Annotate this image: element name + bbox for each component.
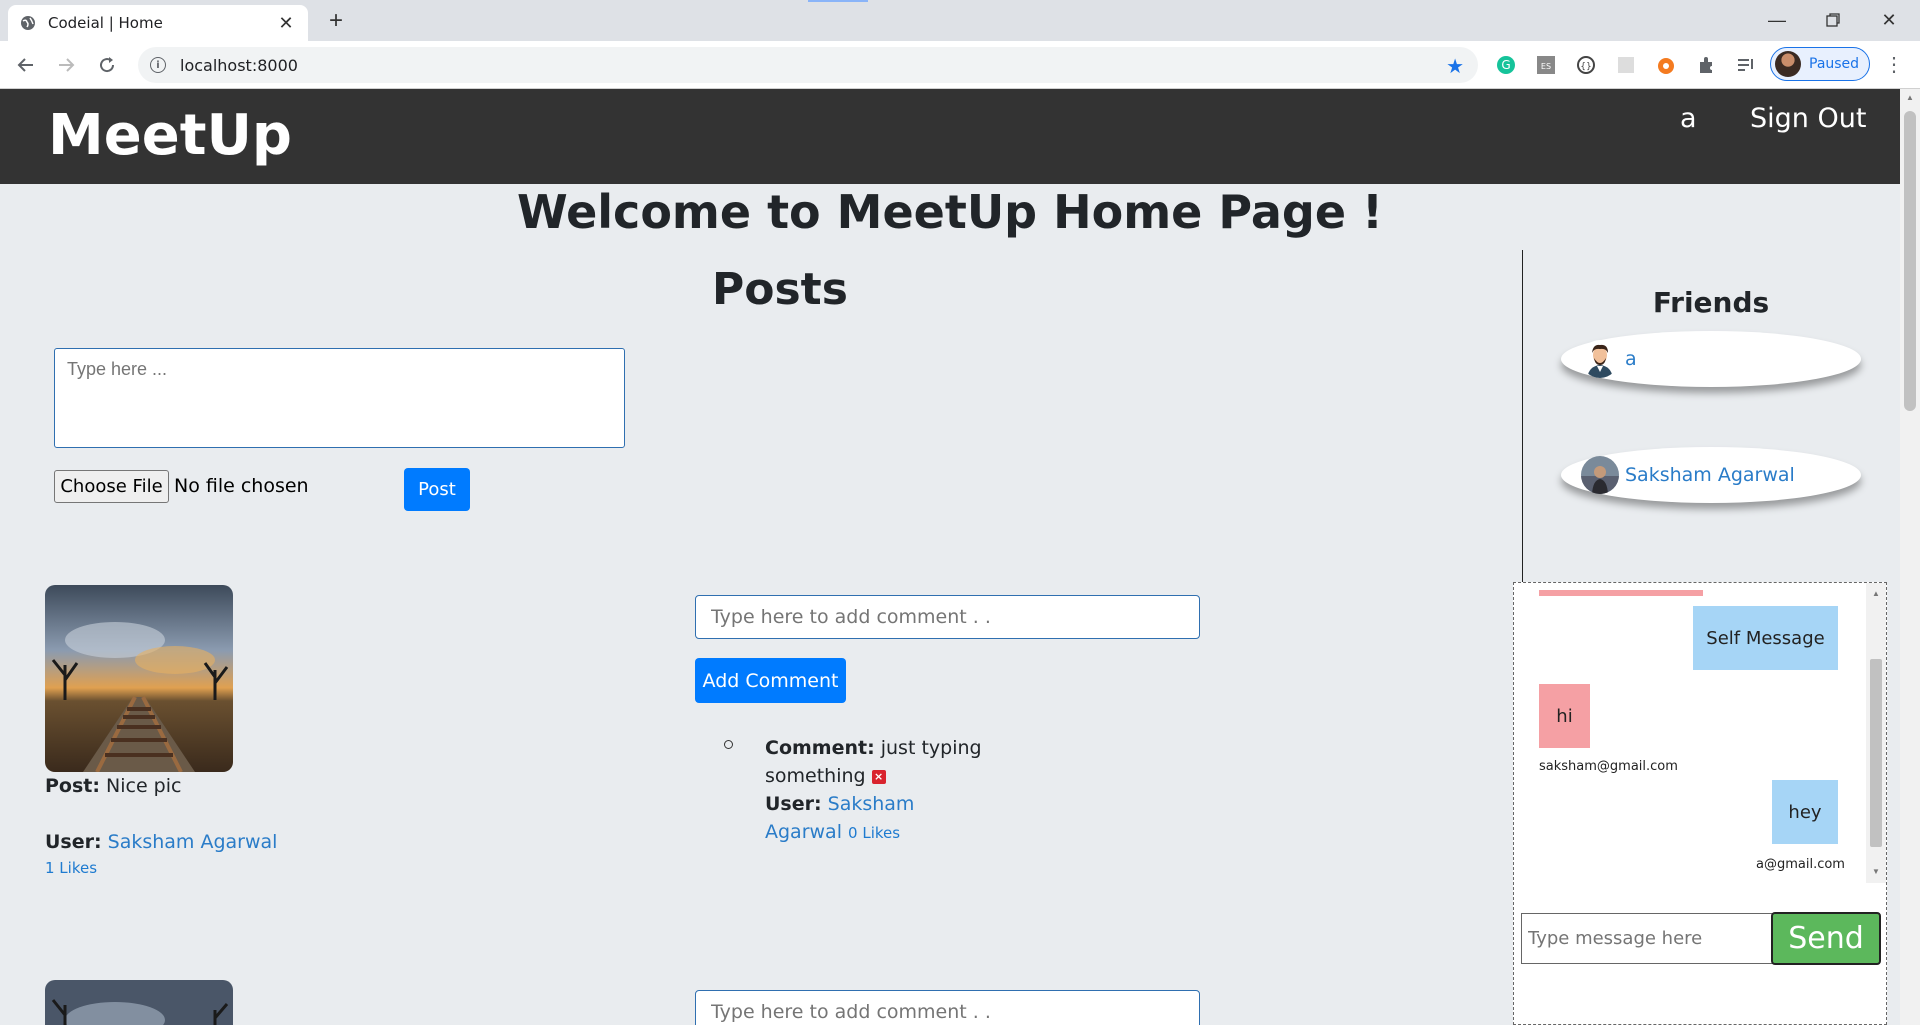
extension-orange-icon[interactable] [1654,53,1678,77]
post-button[interactable]: Post [404,468,470,511]
browser-menu-icon[interactable]: ⋮ [1884,55,1904,75]
back-icon[interactable] [12,51,40,79]
comment-like-link[interactable]: 0 Likes [848,824,900,842]
profile-status: Paused [1809,56,1860,72]
chat-message-input[interactable] [1521,913,1773,964]
close-window-icon[interactable]: ✕ [1866,4,1912,36]
file-status: No file chosen [174,475,309,497]
tab-title: Codeial | Home [48,14,163,32]
profile-button[interactable]: Paused [1770,47,1870,81]
grammarly-icon[interactable]: G [1494,53,1518,77]
friend-avatar [1581,340,1619,378]
svg-text:G: G [1501,58,1510,72]
browser-toolbar: i localhost:8000 ★ G ES {} Paused ⋮ [0,41,1920,89]
extension-devtools-icon[interactable]: {} [1574,53,1598,77]
brand-logo[interactable]: MeetUp [48,103,292,168]
reload-icon[interactable] [93,51,121,79]
post-content: Post: Nice pic [45,775,181,797]
address-bar[interactable]: i localhost:8000 ★ [138,47,1478,83]
post-user-link[interactable]: Saksham Agarwal [108,831,278,853]
comment-input[interactable] [695,595,1200,639]
new-tab-icon[interactable]: + [322,8,350,36]
page-scrollbar[interactable]: ▲ [1900,89,1920,1025]
post-text: Nice pic [106,775,182,797]
url-text: localhost:8000 [180,55,298,75]
friends-heading: Friends [1652,286,1770,319]
chat-scroll-thumb[interactable] [1870,659,1882,847]
forward-icon[interactable] [52,51,80,79]
scroll-up-icon[interactable]: ▲ [1872,589,1880,598]
friend-name[interactable]: Saksham Agarwal [1625,464,1795,486]
sign-out-link[interactable]: Sign Out [1750,103,1866,134]
scroll-up-icon[interactable]: ▲ [1906,93,1914,102]
chat-scrollbar[interactable]: ▲ ▼ [1866,583,1886,883]
choose-file-button[interactable]: Choose File [54,470,169,503]
chat-message-other: hi [1539,684,1590,748]
comment-label: Comment: [765,737,875,759]
nav-user-link[interactable]: a [1680,103,1697,134]
close-tab-icon[interactable]: ✕ [276,13,296,34]
friend-item[interactable]: a [1561,331,1861,387]
chat-message-self: hey [1772,780,1838,844]
post-user-label: User: [45,831,102,853]
page-title: Welcome to MeetUp Home Page ! [516,185,1384,239]
post-image [45,585,233,772]
chat-message-self: Self Message [1693,606,1838,670]
bookmark-star-icon[interactable]: ★ [1446,54,1464,79]
svg-text:ES: ES [1541,62,1551,71]
post-label: Post: [45,775,100,797]
friend-item[interactable]: Saksham Agarwal [1561,447,1861,503]
post-like-link[interactable]: 1 Likes [45,859,97,877]
site-header: MeetUp a Sign Out [0,89,1900,184]
svg-text:{}: {} [1580,62,1591,72]
media-queue-icon[interactable] [1734,53,1758,77]
profile-avatar [1775,51,1801,77]
page-scroll-thumb[interactable] [1904,111,1916,411]
restore-icon[interactable] [1810,4,1856,36]
posts-heading: Posts [712,264,848,315]
extension-es-icon[interactable]: ES [1534,53,1558,77]
add-comment-button[interactable]: Add Comment [695,658,846,703]
post-author: User: Saksham Agarwal [45,831,277,853]
friend-avatar [1581,456,1619,494]
post-content-input[interactable] [54,348,625,448]
globe-icon [20,15,36,31]
comment-user-label: User: [765,793,822,815]
friend-name[interactable]: a [1625,348,1637,370]
comment-item: Comment: just typing something × User: S… [765,734,995,847]
post-image [45,980,233,1025]
extensions-puzzle-icon[interactable] [1694,53,1718,77]
comment-bullet [724,740,733,749]
comment-input[interactable] [695,990,1200,1025]
page: MeetUp a Sign Out Welcome to MeetUp Home… [0,89,1900,1025]
delete-comment-icon[interactable]: × [871,769,886,784]
message-sender-email: saksham@gmail.com [1539,759,1678,774]
chat-box: Self Message hi saksham@gmail.com hey a@… [1513,582,1887,1025]
extension-blank-icon[interactable] [1614,53,1638,77]
send-button[interactable]: Send [1771,912,1881,965]
previous-message-edge [1539,590,1703,596]
scroll-down-icon[interactable]: ▼ [1872,867,1880,876]
minimize-icon[interactable]: — [1754,4,1800,36]
site-info-icon[interactable]: i [150,57,166,73]
tab-loading-indicator [808,0,868,2]
message-sender-email: a@gmail.com [1756,857,1845,872]
chat-message-list[interactable]: Self Message hi saksham@gmail.com hey a@… [1514,583,1866,883]
browser-tab[interactable]: Codeial | Home ✕ [8,5,308,41]
browser-tab-bar: Codeial | Home ✕ + — ✕ [0,0,1920,41]
